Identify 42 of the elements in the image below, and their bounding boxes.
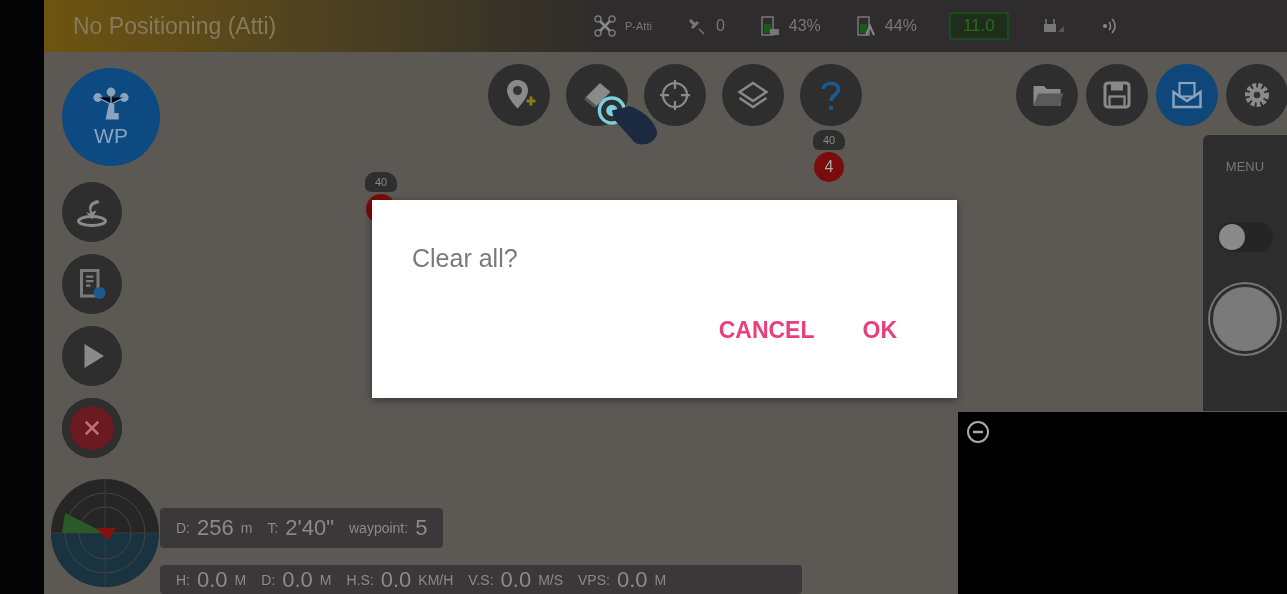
dialog-button[interactable]: OK <box>858 313 901 348</box>
field-label: VPS: <box>578 571 610 588</box>
field-unit: M <box>319 571 332 588</box>
field-unit: KM/H <box>418 571 454 588</box>
drone-icon <box>593 14 617 38</box>
field-label: V.S: <box>468 571 494 588</box>
field-label: waypoint: <box>349 520 409 536</box>
minus-circle-icon <box>966 420 990 444</box>
voltage-badge: 11.0 <box>948 12 1009 40</box>
field-value: 2'40" <box>285 515 334 541</box>
field-label: H: <box>176 571 190 588</box>
field-value: 0.0 <box>282 566 313 593</box>
field-label: D: <box>176 520 190 536</box>
dialog-message: Clear all? <box>412 244 519 273</box>
status-value: 0 <box>715 17 725 35</box>
field-value: 0.0 <box>380 566 412 593</box>
field-unit: m <box>240 520 253 536</box>
field-value: 0.0 <box>500 566 532 593</box>
tool-button[interactable] <box>62 182 122 242</box>
crosshair-icon <box>657 77 693 113</box>
field-unit: M <box>654 571 667 588</box>
field-value: 0.0 <box>616 566 648 593</box>
altitude-cloud: 40 <box>365 172 397 192</box>
field-value: 0.0 <box>197 566 228 593</box>
mode-toggle[interactable] <box>1217 222 1273 252</box>
status-value: 44% <box>884 17 917 35</box>
status-value: P-Atti <box>625 20 652 32</box>
field-label: H.S: <box>346 571 374 588</box>
field-value: 5 <box>415 515 428 541</box>
field-unit: M <box>234 571 247 588</box>
field-unit: M/S <box>538 571 563 588</box>
altitude-cloud: 40 <box>813 130 845 150</box>
mode-button[interactable]: WP <box>62 68 160 166</box>
menu-button[interactable]: MENU <box>1225 159 1265 174</box>
tool-button[interactable] <box>62 326 122 386</box>
field-value: 256 <box>197 515 234 541</box>
dialog-button[interactable]: CANCEL <box>714 313 819 348</box>
field-label: D: <box>261 571 276 588</box>
field-label: T: <box>267 520 279 536</box>
shutter-button[interactable] <box>1210 284 1280 354</box>
status-value: 43% <box>788 17 821 35</box>
flight-status: No Positioning (Atti) <box>73 12 278 40</box>
